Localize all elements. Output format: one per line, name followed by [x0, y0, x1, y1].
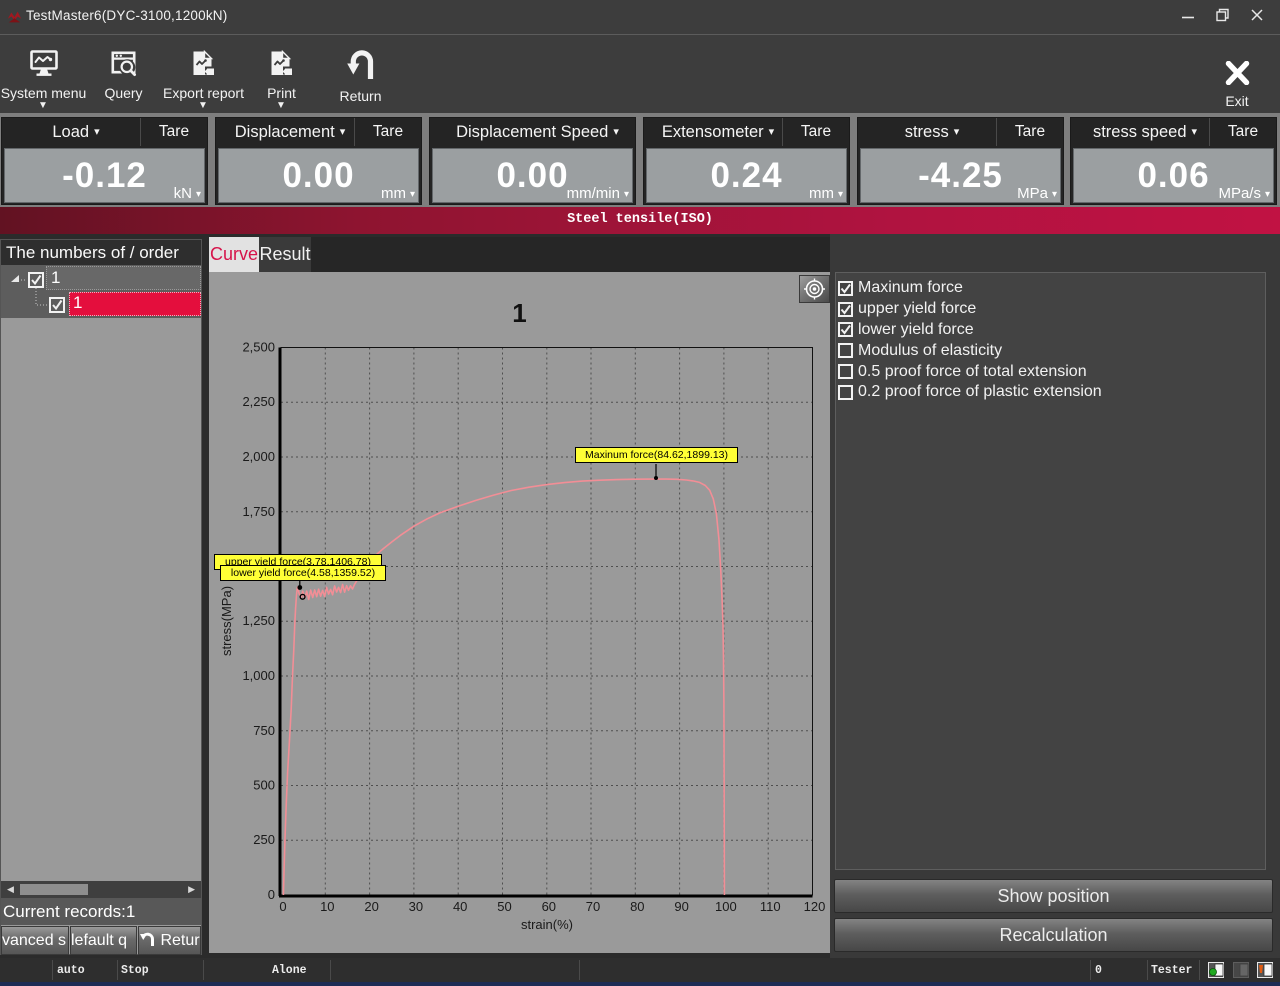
svg-text:100: 100 — [715, 899, 737, 914]
svg-text:1,000: 1,000 — [242, 668, 275, 683]
svg-text:20: 20 — [364, 899, 378, 914]
svg-text:strain(%): strain(%) — [521, 917, 573, 932]
svg-text:30: 30 — [409, 899, 423, 914]
svg-text:60: 60 — [542, 899, 556, 914]
svg-text:500: 500 — [253, 778, 275, 793]
svg-text:stress(MPa): stress(MPa) — [219, 586, 234, 656]
svg-text:50: 50 — [497, 899, 511, 914]
svg-text:70: 70 — [586, 899, 600, 914]
svg-text:80: 80 — [630, 899, 644, 914]
svg-text:1,750: 1,750 — [242, 504, 275, 519]
svg-text:1,250: 1,250 — [242, 613, 275, 628]
svg-text:2,250: 2,250 — [242, 394, 275, 409]
svg-text:10: 10 — [320, 899, 334, 914]
svg-text:0: 0 — [279, 899, 286, 914]
svg-text:2,000: 2,000 — [242, 449, 275, 464]
svg-text:110: 110 — [760, 899, 781, 914]
svg-text:90: 90 — [674, 899, 688, 914]
svg-text:40: 40 — [453, 899, 467, 914]
svg-text:120: 120 — [804, 899, 826, 914]
svg-text:2,500: 2,500 — [242, 340, 275, 355]
svg-text:0: 0 — [268, 887, 275, 902]
svg-text:250: 250 — [253, 832, 275, 847]
svg-text:750: 750 — [253, 723, 275, 738]
